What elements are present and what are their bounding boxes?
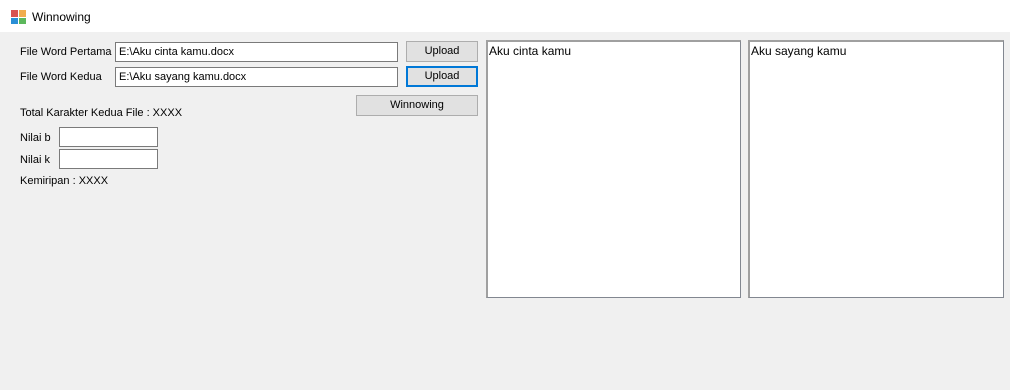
form-icon (11, 10, 26, 24)
upload-file2-button[interactable]: Upload (406, 66, 478, 87)
file2-label: File Word Kedua (20, 71, 102, 83)
kemiripan-label: Kemiripan : XXXX (20, 175, 109, 187)
file2-text-content: Aku sayang kamu (751, 44, 847, 58)
file2-text-box[interactable]: Aku sayang kamu (748, 40, 1004, 298)
file1-text-box[interactable]: Aku cinta kamu (486, 40, 741, 298)
file2-path-field[interactable]: E:\Aku sayang kamu.docx (115, 67, 398, 87)
nilai-b-input[interactable] (59, 127, 158, 147)
title-bar: Winnowing (0, 0, 1010, 32)
file1-path-field[interactable]: E:\Aku cinta kamu.docx (115, 42, 398, 62)
nilai-k-label: Nilai k (20, 154, 50, 166)
file1-label: File Word Pertama (20, 46, 112, 58)
total-characters-label: Total Karakter Kedua File : XXXX (20, 107, 183, 119)
winnowing-button[interactable]: Winnowing (356, 95, 478, 116)
upload-file1-button[interactable]: Upload (406, 41, 478, 62)
window-title: Winnowing (32, 10, 91, 24)
nilai-b-label: Nilai b (20, 132, 51, 144)
nilai-k-input[interactable] (59, 149, 158, 169)
file1-text-content: Aku cinta kamu (489, 44, 572, 58)
